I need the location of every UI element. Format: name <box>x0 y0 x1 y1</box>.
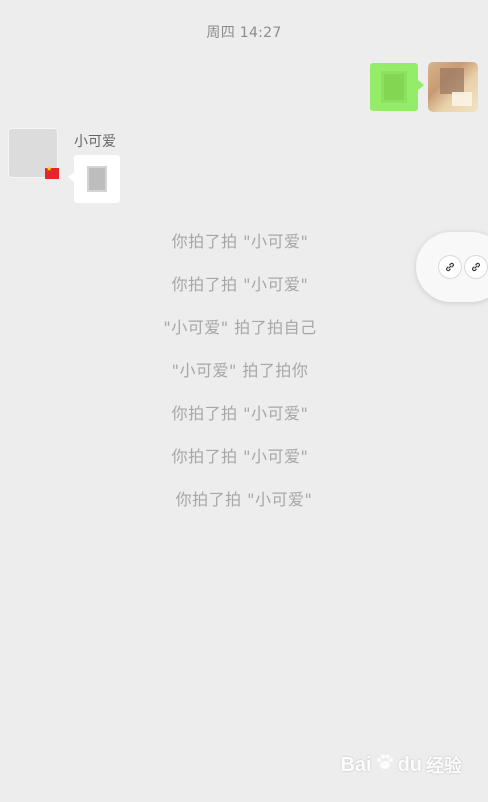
paw-icon <box>375 752 395 778</box>
pat-message: 你拍了拍 "小可爱" <box>171 404 309 423</box>
watermark-text-right: du <box>397 753 422 776</box>
watermark-text-left: Bai <box>340 753 372 776</box>
gray-sticker-icon <box>89 168 105 190</box>
green-sticker-icon <box>384 74 404 100</box>
outgoing-sticker-bubble[interactable] <box>370 63 424 111</box>
pat-message: "小可爱" 拍了拍你 <box>171 361 309 380</box>
incoming-message-row: 小可爱 <box>8 128 120 203</box>
floating-link-widget[interactable] <box>416 232 488 302</box>
pat-message: 你拍了拍 "小可爱" <box>171 447 309 466</box>
china-flag-icon <box>45 165 59 179</box>
pat-message: 你拍了拍 "小可爱" <box>171 232 309 251</box>
pat-message: "小可爱" 拍了拍自己 <box>163 318 317 337</box>
incoming-sticker-bubble[interactable] <box>68 155 120 203</box>
incoming-message-content: 小可爱 <box>68 128 120 203</box>
pat-message: 你拍了拍 "小可爱" <box>171 275 309 294</box>
avatar-blur-face <box>440 68 464 94</box>
chat-window: 周四 14:27 小可爱 你拍了拍 "小可爱" 你拍了拍 "小可爱" "小可爱"… <box>0 0 488 802</box>
baidu-jingyan-watermark: Bai du 经验 <box>340 752 462 778</box>
avatar-blur-body <box>452 92 472 106</box>
message-timestamp: 周四 14:27 <box>206 25 282 41</box>
outgoing-message-row <box>370 62 478 112</box>
contact-avatar[interactable] <box>8 128 59 179</box>
sender-name: 小可爱 <box>74 134 116 150</box>
watermark-text-cn: 经验 <box>426 756 462 776</box>
link-icon[interactable] <box>464 255 488 279</box>
my-avatar[interactable] <box>428 62 478 112</box>
link-icon[interactable] <box>438 255 462 279</box>
pat-message: 你拍了拍 "小可爱" <box>175 490 313 509</box>
